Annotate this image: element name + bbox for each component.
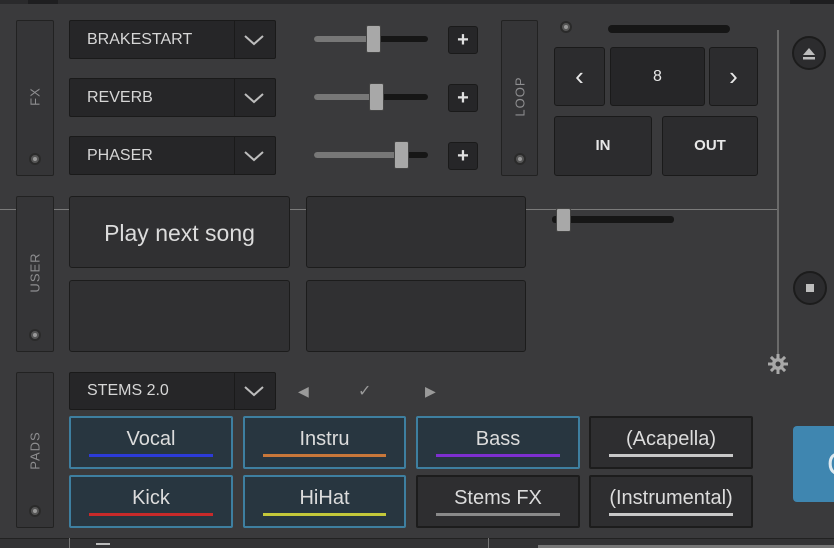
loop-slider-thumb[interactable]: [556, 208, 571, 232]
pads-side-panel: PADS: [16, 372, 54, 528]
user-pad-2[interactable]: [306, 196, 526, 268]
fx-add-button-2[interactable]: +: [448, 84, 478, 112]
fx-level-slider-3[interactable]: [314, 141, 428, 169]
stem-pad-label: Kick: [132, 487, 170, 509]
fx-effect-dropdown-3[interactable]: PHASER: [69, 136, 276, 175]
top-strip-segment: [790, 0, 834, 4]
user-side-panel: USER: [16, 196, 54, 352]
fx-side-panel: FX: [16, 20, 54, 176]
eject-button[interactable]: [792, 36, 826, 70]
loop-size-value: 8: [653, 68, 662, 85]
fx-slider-thumb[interactable]: [394, 141, 409, 169]
stem-pad-vocal[interactable]: Vocal: [69, 416, 233, 469]
loop-next-button[interactable]: ›: [709, 47, 758, 106]
stem-color-bar: [89, 454, 213, 457]
stem-pad-label: (Acapella): [625, 428, 717, 450]
stop-icon: [806, 284, 814, 292]
fx-slider-thumb[interactable]: [369, 83, 384, 111]
chevron-down-icon: [244, 92, 264, 103]
stop-button[interactable]: [793, 271, 827, 305]
stem-color-bar: [89, 513, 213, 516]
settings-button[interactable]: [766, 352, 790, 376]
fx-label: FX: [27, 87, 43, 106]
gear-icon: [768, 354, 788, 374]
bottom-strip-segment: [69, 538, 489, 548]
fx-effect-name: BRAKESTART: [87, 30, 193, 48]
top-strip: [0, 0, 834, 4]
fx-level-slider-1[interactable]: [314, 25, 428, 53]
chevron-left-icon: ‹: [575, 61, 584, 91]
stem-pad-label: (Instrumental): [609, 487, 733, 509]
stem-pad-instrumental[interactable]: (Instrumental): [589, 475, 753, 528]
stem-color-bar: [436, 454, 560, 457]
user-pad-3[interactable]: [69, 280, 290, 352]
fx-slider-fill: [314, 36, 373, 42]
loop-side-panel: LOOP: [501, 20, 538, 176]
dropdown-separator: [234, 137, 235, 174]
fx-level-slider-2[interactable]: [314, 83, 428, 111]
cue-button[interactable]: C: [793, 426, 834, 502]
pads-mode-dropdown[interactable]: STEMS 2.0: [69, 372, 276, 410]
chevron-down-icon: [244, 386, 264, 397]
fx-effect-name: REVERB: [87, 88, 153, 106]
pads-prev-page-button[interactable]: ◀: [298, 383, 309, 400]
chevron-right-icon: ›: [729, 61, 738, 91]
fx-effect-dropdown-1[interactable]: BRAKESTART: [69, 20, 276, 59]
stem-color-bar: [609, 454, 733, 457]
fx-add-button-3[interactable]: +: [448, 142, 478, 170]
fx-slider-fill: [314, 94, 376, 100]
stem-pad-label: Vocal: [126, 428, 176, 450]
stem-pad-acapella[interactable]: (Acapella): [589, 416, 753, 469]
fx-add-button-1[interactable]: +: [448, 26, 478, 54]
fx-slider-fill: [314, 152, 401, 158]
stem-color-bar: [609, 513, 733, 516]
dropdown-separator: [234, 373, 235, 409]
chevron-down-icon: [244, 150, 264, 161]
loop-label: LOOP: [512, 76, 527, 117]
right-vertical-line: [777, 30, 779, 370]
user-pad-1[interactable]: Play next song: [69, 196, 290, 268]
loop-top-dot[interactable]: [560, 21, 572, 33]
pads-check-button[interactable]: ✓: [358, 381, 371, 401]
stem-pad-instru[interactable]: Instru: [243, 416, 406, 469]
fx-indicator-dot[interactable]: [29, 153, 41, 165]
loop-prev-button[interactable]: ‹: [554, 47, 605, 106]
user-label: USER: [27, 252, 43, 293]
dropdown-separator: [234, 79, 235, 116]
stem-color-bar: [263, 454, 386, 457]
stem-pad-label: Instru: [299, 428, 350, 450]
chevron-down-icon: [244, 34, 264, 45]
user-pad-4[interactable]: [306, 280, 526, 352]
loop-slider-track[interactable]: [552, 208, 674, 232]
stem-pad-label: Bass: [475, 428, 521, 450]
stem-pad-bass[interactable]: Bass: [416, 416, 580, 469]
stem-color-bar: [263, 513, 386, 516]
stem-pad-kick[interactable]: Kick: [69, 475, 233, 528]
pads-mode-value: STEMS 2.0: [87, 382, 169, 399]
loop-size-display: 8: [610, 47, 705, 106]
dropdown-separator: [234, 21, 235, 58]
stem-pad-hihat[interactable]: HiHat: [243, 475, 406, 528]
fx-slider-thumb[interactable]: [366, 25, 381, 53]
stem-color-bar: [436, 513, 560, 516]
cue-button-label: C: [827, 446, 834, 482]
bottom-strip-marker: [96, 543, 110, 545]
stem-pad-stemsfx[interactable]: Stems FX: [416, 475, 580, 528]
loop-in-button[interactable]: IN: [554, 116, 652, 176]
fx-effect-dropdown-2[interactable]: REVERB: [69, 78, 276, 117]
fx-effect-name: PHASER: [87, 146, 153, 164]
pads-next-page-button[interactable]: ▶: [425, 383, 436, 400]
user-indicator-dot[interactable]: [29, 329, 41, 341]
stem-pad-label: HiHat: [299, 487, 350, 509]
stem-pad-label: Stems FX: [454, 487, 542, 509]
loop-indicator-dot[interactable]: [514, 153, 526, 165]
pads-label: PADS: [27, 431, 43, 470]
eject-icon: [803, 48, 815, 60]
pads-indicator-dot[interactable]: [29, 505, 41, 517]
loop-progress-bar: [608, 25, 730, 33]
top-strip-segment: [28, 0, 58, 4]
loop-out-button[interactable]: OUT: [662, 116, 758, 176]
